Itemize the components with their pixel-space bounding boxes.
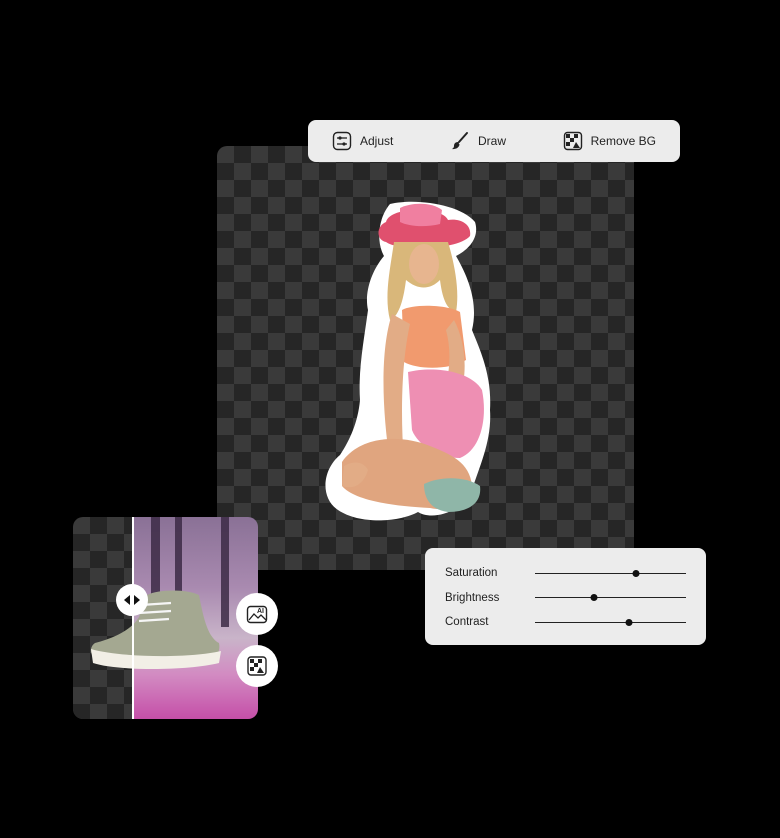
checkerboard-icon bbox=[563, 131, 582, 151]
saturation-row: Saturation bbox=[445, 561, 686, 586]
draw-tool-button[interactable]: Draw bbox=[450, 131, 506, 151]
sneaker-image bbox=[90, 590, 221, 669]
adjust-tool-button[interactable]: Adjust bbox=[332, 131, 393, 151]
adjustments-panel: Saturation Brightness Contrast bbox=[425, 548, 706, 645]
contrast-slider-thumb[interactable] bbox=[625, 618, 633, 626]
ai-image-button[interactable]: AI bbox=[236, 593, 278, 635]
adjust-tool-label: Adjust bbox=[360, 134, 394, 148]
brush-icon bbox=[451, 132, 468, 150]
contrast-label: Contrast bbox=[445, 616, 489, 629]
brightness-label: Brightness bbox=[445, 591, 500, 604]
contrast-row: Contrast bbox=[445, 610, 686, 635]
remove-bg-tool-label: Remove BG bbox=[590, 134, 656, 148]
draw-tool-label: Draw bbox=[477, 134, 506, 148]
sliders-icon bbox=[332, 131, 352, 151]
brightness-slider-thumb[interactable] bbox=[590, 594, 598, 602]
ai-image-icon: AI bbox=[246, 605, 268, 624]
saturation-slider[interactable] bbox=[535, 569, 686, 577]
compare-divider-line[interactable] bbox=[132, 517, 134, 719]
brightness-row: Brightness bbox=[445, 586, 686, 611]
brightness-slider[interactable] bbox=[535, 594, 686, 602]
compare-slider-handle[interactable] bbox=[116, 584, 148, 616]
cutout-subject-image[interactable] bbox=[320, 200, 495, 525]
checkerboard-icon bbox=[247, 656, 267, 676]
remove-bg-button[interactable] bbox=[236, 645, 278, 687]
saturation-label: Saturation bbox=[445, 567, 498, 580]
saturation-slider-thumb[interactable] bbox=[632, 569, 640, 577]
editor-toolbar: Adjust Draw Remove BG bbox=[308, 120, 680, 162]
left-right-arrows-icon bbox=[124, 595, 140, 605]
remove-bg-tool-button[interactable]: Remove BG bbox=[563, 131, 656, 151]
contrast-slider[interactable] bbox=[535, 618, 686, 626]
ai-badge-text: AI bbox=[257, 608, 264, 615]
before-after-compare-card bbox=[73, 517, 258, 719]
